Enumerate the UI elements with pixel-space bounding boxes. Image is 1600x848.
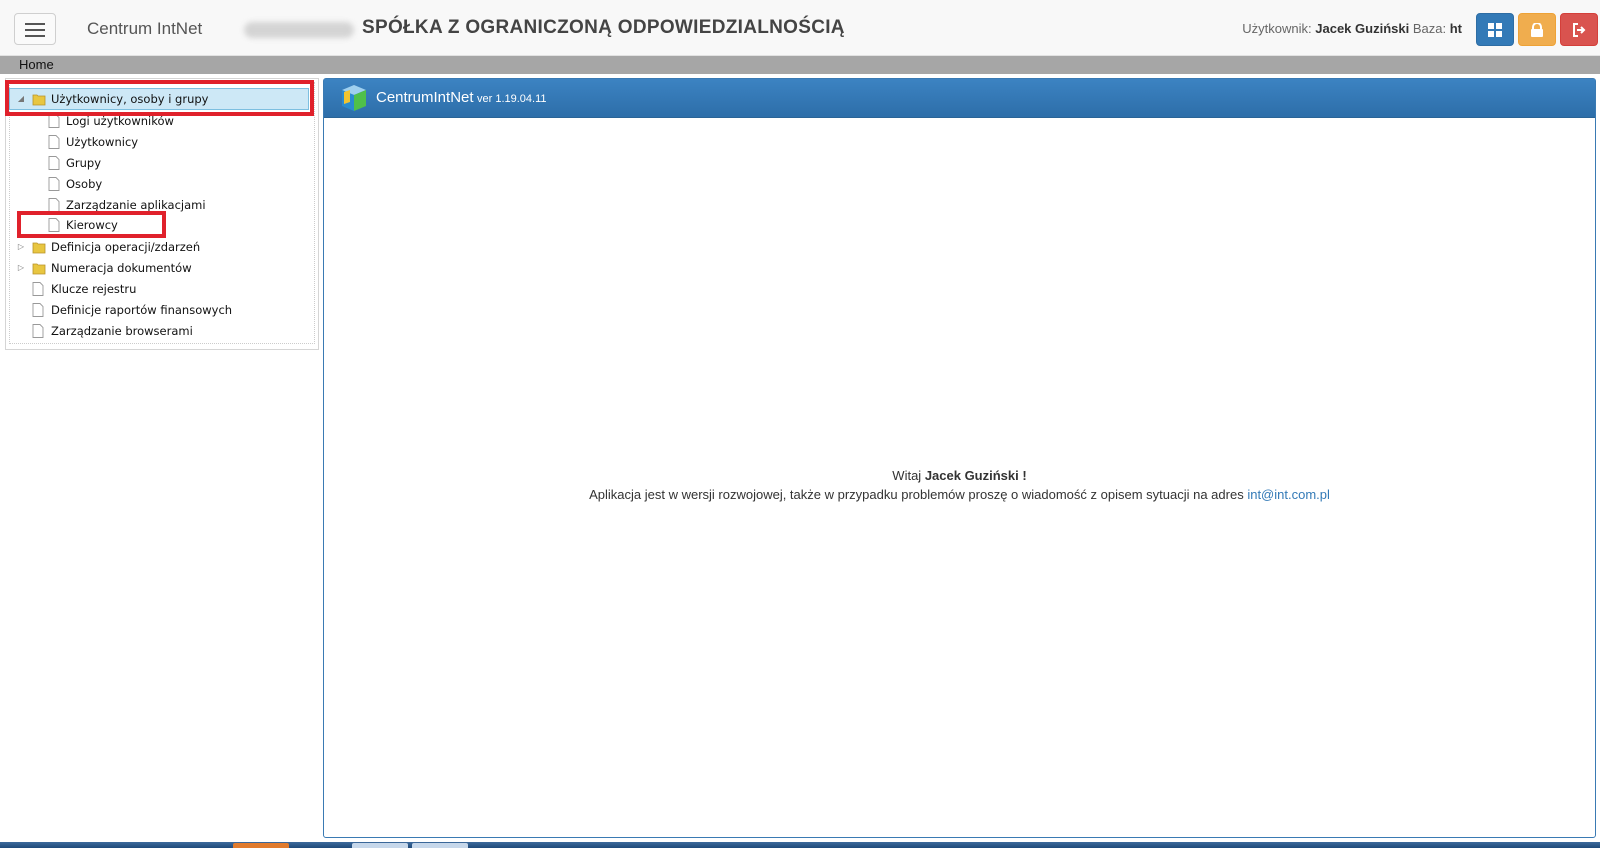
greeting-name: Jacek Guziński ! (924, 468, 1027, 483)
info-message: Aplikacja jest w wersji rozwojowej, takż… (324, 487, 1595, 502)
app-title: CentrumIntNet (376, 89, 474, 106)
main-panel: CentrumIntNet ver 1.19.04.11 Witaj Jacek… (323, 78, 1596, 838)
expand-arrow-icon[interactable]: ▷ (16, 237, 26, 257)
tree-node-label: Numeracja dokumentów (51, 261, 192, 275)
hamburger-icon (25, 23, 45, 25)
tree-node-child[interactable]: Użytkownicy (48, 132, 318, 152)
logout-button[interactable] (1560, 13, 1598, 46)
company-name: SPÓŁKA Z OGRANICZONĄ ODPOWIEDZIALNOŚCIĄ (362, 17, 845, 38)
document-icon (32, 324, 44, 338)
lock-button[interactable] (1518, 13, 1556, 46)
logout-icon (1573, 23, 1586, 37)
tree-node-doc[interactable]: Zarządzanie browserami (32, 321, 302, 341)
app-logo-icon (342, 85, 366, 111)
document-icon (48, 177, 60, 191)
tree-node-label: Definicje raportów finansowych (51, 303, 233, 317)
support-email-link[interactable]: int@int.com.pl (1247, 487, 1330, 502)
tree-node-child[interactable]: Osoby (48, 174, 318, 194)
db-value: ht (1449, 21, 1462, 36)
user-info: Użytkownik: Jacek Guziński Baza: ht (1242, 21, 1462, 36)
tree-node-label: Klucze rejestru (51, 282, 137, 296)
tree-node-label: Definicja operacji/zdarzeń (51, 240, 201, 254)
taskbar-app[interactable] (352, 843, 408, 848)
welcome-line: Witaj Jacek Guziński ! (324, 468, 1595, 483)
user-name: Jacek Guziński (1315, 21, 1410, 36)
breadcrumb-home[interactable]: Home (19, 57, 54, 72)
brand-link[interactable]: Centrum IntNet (87, 19, 202, 39)
tree-node-label: Zarządzanie browserami (51, 324, 193, 338)
document-icon (48, 114, 60, 128)
lock-icon (1531, 23, 1543, 37)
info-text: Aplikacja jest w wersji rozwojowej, takż… (589, 487, 1244, 502)
document-icon (32, 282, 44, 296)
hamburger-icon-line (25, 29, 45, 31)
user-label: Użytkownik: (1242, 21, 1312, 36)
breadcrumb: Home (0, 56, 1600, 74)
document-icon (32, 303, 44, 317)
taskbar-app[interactable] (412, 843, 468, 848)
main-panel-header: CentrumIntNet ver 1.19.04.11 (324, 79, 1595, 118)
db-label: Baza: (1412, 21, 1447, 36)
highlight-box-root (5, 80, 314, 116)
tree-node-label: Grupy (66, 156, 102, 170)
app-version: ver 1.19.04.11 (477, 93, 547, 105)
document-icon (48, 135, 60, 149)
tree-node-doc[interactable]: Klucze rejestru (32, 279, 302, 299)
taskbar-app[interactable] (233, 843, 289, 848)
folder-icon (32, 242, 46, 254)
expand-arrow-icon[interactable]: ▷ (16, 258, 26, 278)
document-icon (48, 198, 60, 212)
tree-node-doc[interactable]: Definicje raportów finansowych (32, 300, 302, 320)
menu-toggle-button[interactable] (14, 13, 56, 45)
top-navbar: Centrum IntNet SPÓŁKA Z OGRANICZONĄ ODPO… (0, 0, 1600, 56)
highlight-box-kierowcy (17, 211, 166, 238)
hamburger-icon-line (25, 35, 45, 37)
dashboard-button[interactable] (1476, 13, 1514, 46)
tree-node-label: Użytkownicy (66, 135, 139, 149)
tree-node-folder[interactable]: ▷ Numeracja dokumentów (16, 258, 286, 278)
document-icon (48, 156, 60, 170)
tree-node-label: Osoby (66, 177, 103, 191)
tree-node-child[interactable]: Grupy (48, 153, 318, 173)
tree-node-folder[interactable]: ▷ Definicja operacji/zdarzeń (16, 237, 286, 257)
grid-icon (1488, 23, 1502, 37)
greeting-prefix: Witaj (892, 468, 922, 483)
company-name-redacted (244, 22, 354, 38)
folder-icon (32, 263, 46, 275)
